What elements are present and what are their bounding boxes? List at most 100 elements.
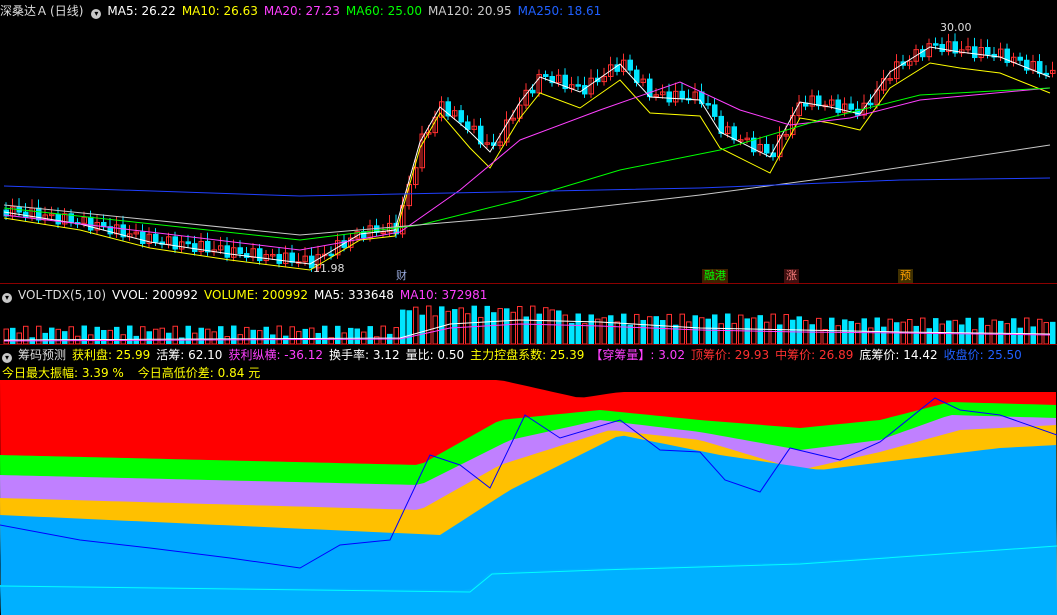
ma120-line [3, 144, 1051, 236]
candle-body [192, 243, 198, 253]
volume-bar [1050, 321, 1056, 344]
volume-bar [1037, 318, 1043, 344]
volume-bar [335, 325, 341, 344]
candle-body [328, 253, 334, 257]
volume-bar [250, 329, 256, 344]
volume-bar [465, 313, 471, 344]
volume-bar [458, 307, 464, 344]
volume-bar [874, 317, 880, 344]
vol-ma5-label: MA5: 333648 [313, 288, 394, 302]
volume-bar [777, 324, 783, 344]
top-chip-price-label: 顶筹价: 29.93 [690, 348, 770, 362]
chip-distribution-chart[interactable] [0, 380, 1057, 615]
candle-body [23, 211, 29, 218]
volume-bar [510, 311, 516, 344]
volume-bar [1030, 326, 1036, 344]
volume-bar [504, 308, 510, 344]
candle-body [289, 252, 295, 263]
chip-toggle-icon[interactable]: ▾ [2, 353, 12, 363]
candle-body [816, 95, 822, 107]
volume-bar [835, 325, 841, 344]
volume-bar [478, 316, 484, 344]
candle-body [55, 213, 61, 225]
volume-bar [913, 325, 919, 344]
volume-bar [621, 313, 627, 344]
candle-body [276, 253, 282, 264]
volume-bar [211, 331, 217, 344]
volume-bar [582, 323, 588, 344]
volume-bar [322, 325, 328, 344]
price-chart[interactable] [0, 0, 1057, 282]
candle-body [257, 248, 263, 262]
event-tag-forecast[interactable]: 预 [898, 269, 913, 283]
volume-bar [49, 327, 55, 344]
candle-body [985, 47, 991, 55]
volume-bar [185, 325, 191, 344]
event-tag-margin[interactable]: 融港 [702, 269, 728, 283]
volume-bar [62, 331, 68, 344]
volume-bar [231, 325, 237, 344]
volume-bar [406, 310, 412, 344]
volume-bar [296, 331, 302, 344]
volume-bar [614, 321, 620, 344]
event-tag-limit-up[interactable]: 涨 [784, 269, 799, 283]
volume-bar [244, 326, 250, 344]
volume-bar [302, 328, 308, 344]
candle-body [1017, 56, 1023, 61]
volume-bar [491, 312, 497, 344]
volume-bar [289, 326, 295, 344]
candle-body [939, 44, 945, 52]
ma5-line [3, 46, 1051, 265]
candle-body [1037, 61, 1043, 74]
control-coef-label: 主力控盘系数: 25.39 [470, 348, 585, 362]
volume-bar [543, 307, 549, 344]
volume-bar [127, 325, 133, 344]
volume-bar [985, 324, 991, 344]
volume-bar [809, 324, 815, 344]
chip-title[interactable]: 筹码预测 [18, 348, 66, 362]
volume-bar [972, 329, 978, 344]
candle-body [764, 143, 770, 154]
volume-bar [159, 327, 165, 344]
volume-bar [952, 319, 958, 344]
ma60-line [3, 87, 1051, 241]
volume-bar [556, 310, 562, 344]
low-price-label: 11.98 [313, 262, 345, 275]
volume-bar [881, 326, 887, 344]
volume-bar [257, 330, 263, 344]
volume-bar [686, 321, 692, 344]
ma250-line [3, 177, 1051, 197]
close-price-label: 收盘价: 25.50 [943, 348, 1022, 362]
volume-bar [413, 306, 419, 344]
volume-bar [94, 326, 100, 344]
candle-body [140, 231, 146, 244]
volume-bar [432, 315, 438, 344]
volume-bar [634, 313, 640, 344]
candle-body [731, 126, 737, 141]
volume-chart[interactable] [0, 302, 1057, 344]
volume-bar [276, 325, 282, 344]
volume-bar [517, 306, 523, 344]
high-price-label: 30.00 [940, 21, 972, 34]
candle-body [835, 99, 841, 113]
volume-bar [588, 314, 594, 344]
volume-bar [653, 316, 659, 344]
candle-body [627, 59, 633, 71]
volume-bar [172, 325, 178, 344]
volume-bar [471, 305, 477, 344]
volume-bar [205, 328, 211, 344]
volume-bar [452, 309, 458, 344]
candle-body [224, 245, 230, 258]
volume-bar [367, 326, 373, 344]
volume-bar [380, 325, 386, 344]
volume-bar [198, 327, 204, 344]
candle-body [172, 236, 178, 250]
volume-bar [218, 326, 224, 344]
event-tag-finance[interactable]: 财 [394, 269, 409, 283]
volume-bar [868, 327, 874, 344]
vol-indicator-label[interactable]: VOL-TDX(5,10) [18, 288, 106, 302]
volume-bar [660, 320, 666, 344]
volume-bar [348, 327, 354, 344]
candle-body [666, 91, 672, 103]
volume-bar [764, 321, 770, 344]
